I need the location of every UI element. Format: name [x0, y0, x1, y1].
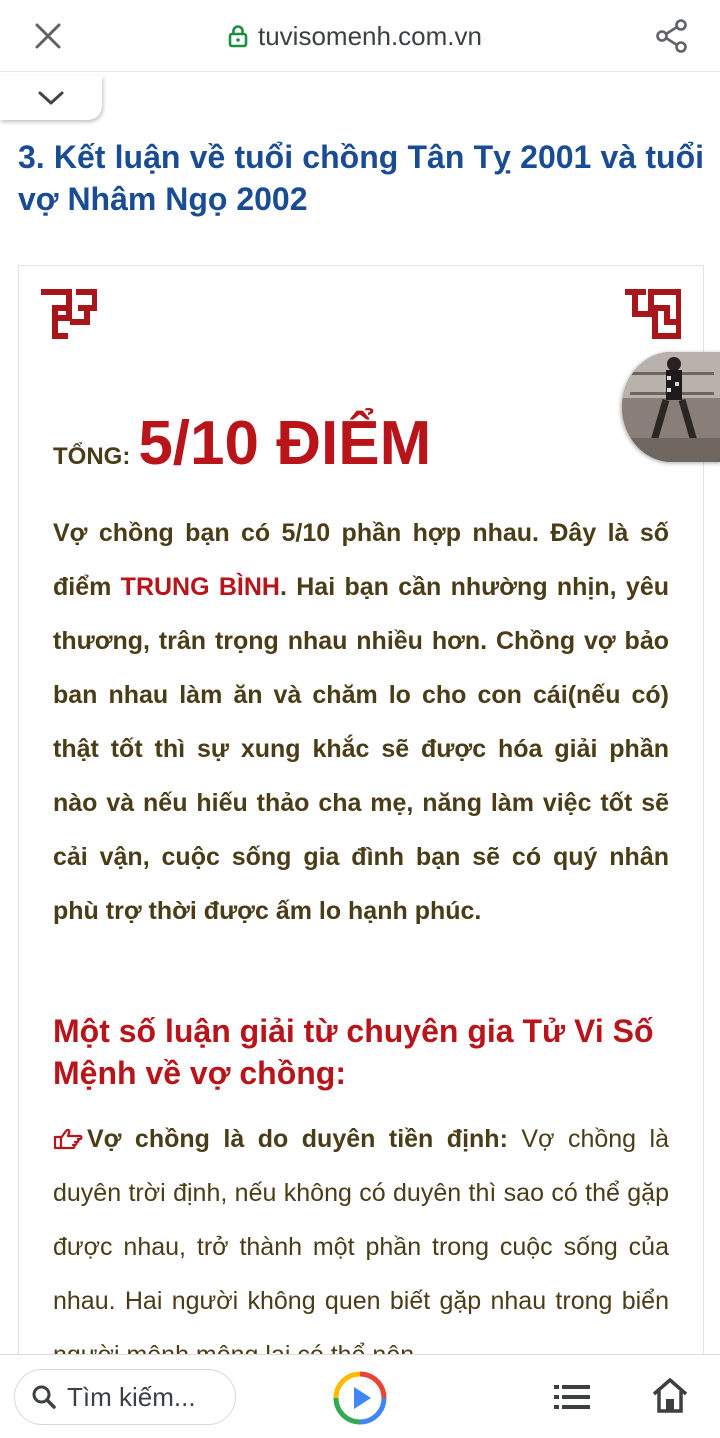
url-text: tuvisomenh.com.vn	[258, 20, 482, 51]
address-bar[interactable]: tuvisomenh.com.vn	[228, 18, 482, 54]
lock-icon	[228, 25, 248, 48]
collapse-toolbar-tab[interactable]	[0, 76, 102, 120]
score-label: TỔNG:	[53, 443, 131, 470]
browser-top-bar: tuvisomenh.com.vn	[0, 0, 720, 72]
close-icon	[35, 23, 61, 49]
bottom-toolbar: Tìm kiếm...	[0, 1354, 720, 1438]
conclusion-paragraph: Vợ chồng bạn có 5/10 phần hợp nhau. Đây …	[53, 506, 669, 938]
conclusion-text-2: . Hai bạn cần nhường nhịn, yêu thương, t…	[53, 573, 670, 925]
rating-highlight: TRUNG BÌNH	[120, 573, 280, 601]
search-input[interactable]: Tìm kiếm...	[14, 1369, 236, 1425]
section-heading: 3. Kết luận về tuổi chồng Tân Tỵ 2001 và…	[18, 139, 704, 217]
floating-video-bubble[interactable]	[622, 352, 720, 462]
point-lead: Vợ chồng là do duyên tiền định:	[87, 1125, 508, 1153]
video-thumbnail	[622, 352, 720, 462]
play-icon[interactable]	[333, 1371, 387, 1425]
expert-subheading: Một số luận giải từ chuyên gia Tử Vi Số …	[53, 1013, 654, 1091]
result-card: TỔNG: 5/10 ĐIỂM Vợ chồng bạn có 5/10 phầ…	[18, 265, 704, 1365]
close-button[interactable]	[28, 16, 68, 56]
corner-ornament-right	[625, 289, 681, 339]
search-placeholder: Tìm kiếm...	[67, 1381, 196, 1412]
score-value: 5/10 ĐIỂM	[138, 409, 432, 478]
share-button[interactable]	[650, 14, 694, 58]
search-icon	[32, 1385, 56, 1409]
point-text: Vợ chồng là duyên trời định, nếu không c…	[53, 1125, 670, 1365]
hand-point-right-icon	[53, 1128, 83, 1150]
corner-ornament-left	[41, 289, 97, 339]
menu-icon[interactable]	[552, 1379, 592, 1415]
expert-point-paragraph: Vợ chồng là do duyên tiền định: Vợ chồng…	[53, 1112, 670, 1365]
chevron-down-icon	[38, 91, 64, 105]
share-icon	[656, 19, 687, 53]
home-icon[interactable]	[650, 1375, 690, 1415]
total-score: TỔNG: 5/10 ĐIỂM	[53, 408, 431, 479]
